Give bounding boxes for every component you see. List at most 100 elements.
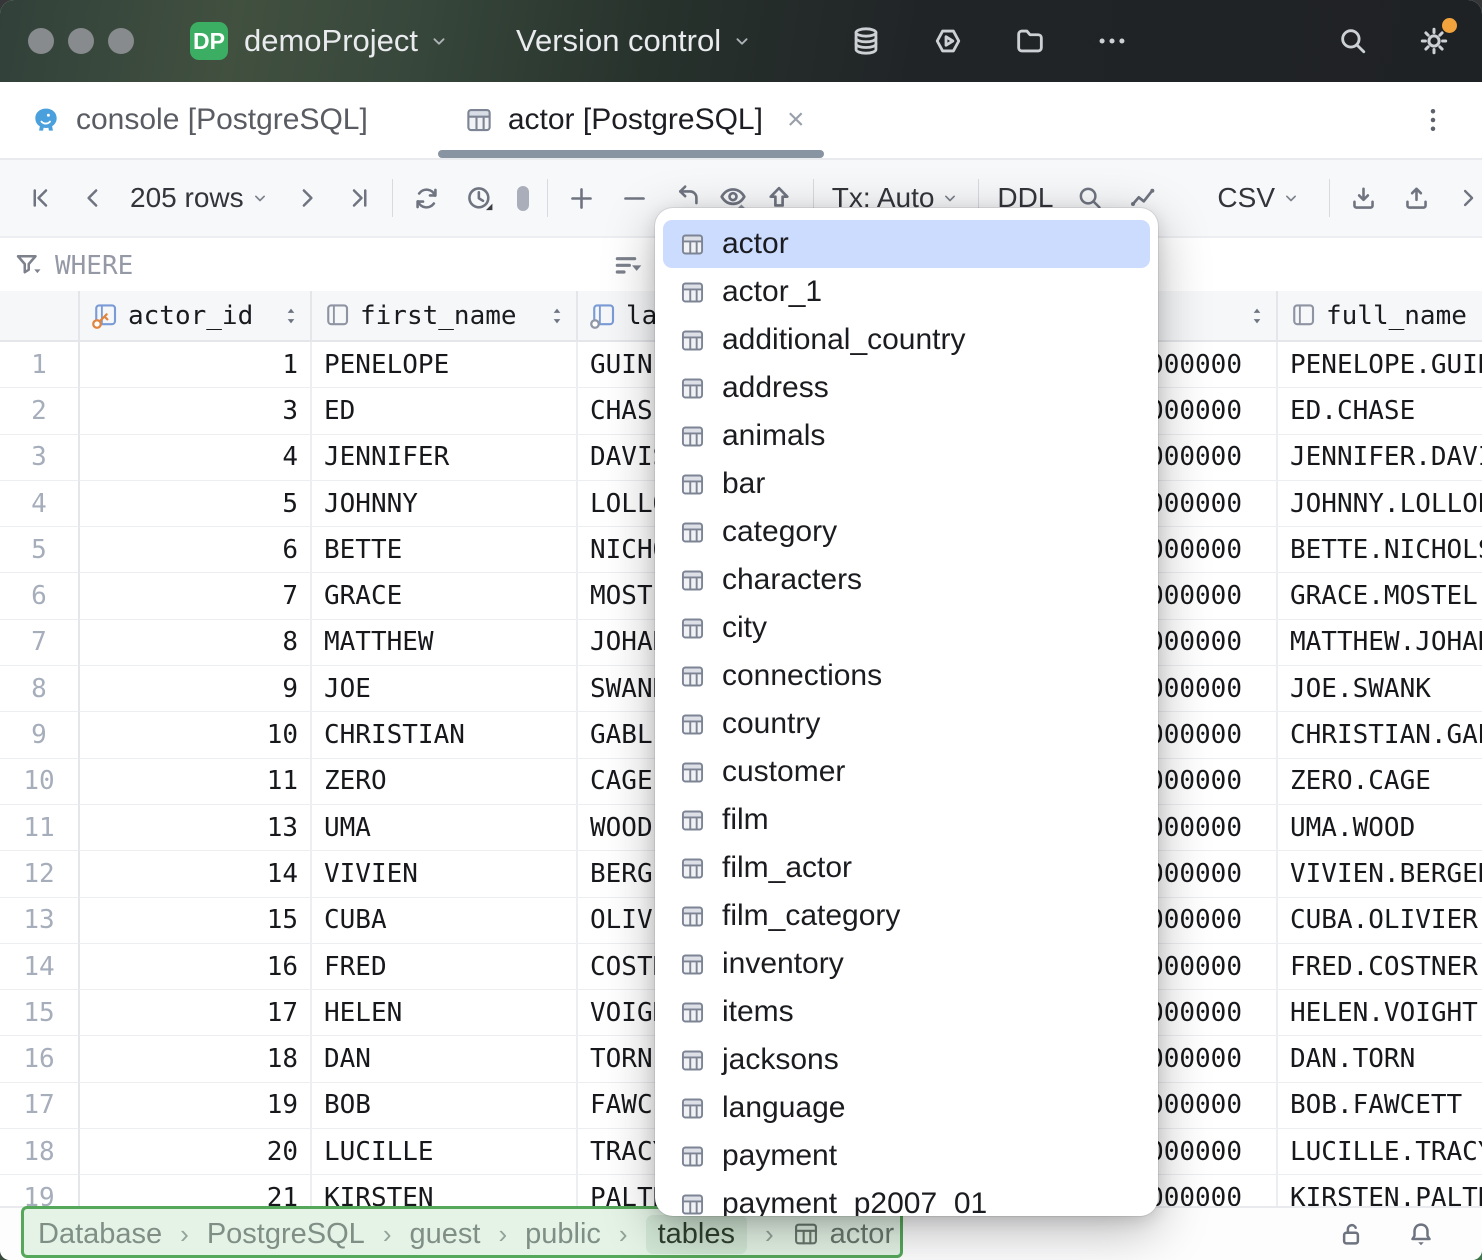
header-actor-id[interactable]: actor_id: [80, 291, 312, 340]
cell-actor-id[interactable]: 14: [80, 851, 312, 897]
cell-first-name[interactable]: HELEN: [312, 990, 578, 1036]
breadcrumb-guest[interactable]: guest: [409, 1218, 480, 1251]
cell-full-name[interactable]: PENELOPE.GUINESS: [1278, 342, 1482, 388]
popup-table-item[interactable]: actor: [663, 220, 1150, 268]
cell-full-name[interactable]: ZERO.CAGE: [1278, 759, 1482, 805]
sort-icon[interactable]: [546, 305, 568, 327]
first-page-icon[interactable]: [26, 183, 56, 213]
more-icon[interactable]: [1095, 24, 1129, 58]
export-format-selector[interactable]: CSV: [1217, 182, 1275, 214]
row-number[interactable]: 1: [0, 342, 80, 388]
stop-icon[interactable]: [517, 186, 529, 211]
row-number[interactable]: 11: [0, 805, 80, 851]
cell-full-name[interactable]: VIVIEN.BERGEN: [1278, 851, 1482, 897]
settings-gear-icon[interactable]: [1416, 23, 1452, 59]
cell-full-name[interactable]: KIRSTEN.PALTROW: [1278, 1175, 1482, 1206]
where-filter-input[interactable]: WHERE: [55, 251, 133, 281]
popup-table-item[interactable]: connections: [663, 652, 1150, 700]
row-number[interactable]: 5: [0, 527, 80, 573]
breadcrumb-tables[interactable]: tables: [646, 1215, 747, 1254]
row-number[interactable]: 6: [0, 573, 80, 619]
close-window-button[interactable]: [28, 28, 54, 54]
cell-first-name[interactable]: CHRISTIAN: [312, 712, 578, 758]
cell-actor-id[interactable]: 11: [80, 759, 312, 805]
cell-first-name[interactable]: JOE: [312, 666, 578, 712]
run-services-icon[interactable]: [931, 24, 965, 58]
kebab-menu-icon[interactable]: [1418, 105, 1448, 135]
download-icon[interactable]: [1348, 183, 1379, 214]
popup-table-item[interactable]: address: [663, 364, 1150, 412]
cell-first-name[interactable]: LUCILLE: [312, 1129, 578, 1175]
row-number[interactable]: 12: [0, 851, 80, 897]
schedule-refresh-icon[interactable]: [464, 183, 495, 214]
cell-first-name[interactable]: KIRSTEN: [312, 1175, 578, 1206]
row-number[interactable]: 2: [0, 388, 80, 434]
cell-first-name[interactable]: JOHNNY: [312, 481, 578, 527]
cell-actor-id[interactable]: 7: [80, 573, 312, 619]
popup-table-item[interactable]: animals: [663, 412, 1150, 460]
cell-first-name[interactable]: BOB: [312, 1083, 578, 1129]
header-first-name[interactable]: first_name: [312, 291, 578, 340]
add-row-icon[interactable]: [566, 183, 597, 214]
previous-page-icon[interactable]: [78, 183, 108, 213]
row-number[interactable]: 14: [0, 944, 80, 990]
cell-actor-id[interactable]: 16: [80, 944, 312, 990]
folder-icon[interactable]: [1013, 24, 1047, 58]
refresh-icon[interactable]: [411, 183, 442, 214]
tab-console-postgresql[interactable]: console [PostgreSQL]: [30, 82, 368, 158]
popup-table-item[interactable]: country: [663, 700, 1150, 748]
cell-first-name[interactable]: JENNIFER: [312, 435, 578, 481]
breadcrumb-postgresql[interactable]: PostgreSQL: [207, 1218, 365, 1251]
cell-actor-id[interactable]: 9: [80, 666, 312, 712]
popup-table-item[interactable]: items: [663, 988, 1150, 1036]
popup-table-item[interactable]: inventory: [663, 940, 1150, 988]
popup-table-item[interactable]: film_category: [663, 892, 1150, 940]
cell-full-name[interactable]: JENNIFER.DAVIS: [1278, 435, 1482, 481]
popup-table-item[interactable]: characters: [663, 556, 1150, 604]
chevron-down-icon[interactable]: [1281, 188, 1301, 208]
popup-table-item[interactable]: jacksons: [663, 1036, 1150, 1084]
cell-full-name[interactable]: CUBA.OLIVIER: [1278, 898, 1482, 944]
cell-full-name[interactable]: LUCILLE.TRACY: [1278, 1129, 1482, 1175]
bell-icon[interactable]: [1406, 1219, 1436, 1249]
popup-table-item[interactable]: payment_p2007_01: [663, 1180, 1150, 1216]
popup-table-item[interactable]: film_actor: [663, 844, 1150, 892]
header-gutter[interactable]: [0, 291, 80, 340]
cell-actor-id[interactable]: 10: [80, 712, 312, 758]
cell-first-name[interactable]: CUBA: [312, 898, 578, 944]
chevron-down-icon[interactable]: [250, 188, 270, 208]
sort-icon[interactable]: [1246, 305, 1268, 327]
popup-table-item[interactable]: customer: [663, 748, 1150, 796]
row-number[interactable]: 19: [0, 1175, 80, 1206]
popup-table-item[interactable]: additional_country: [663, 316, 1150, 364]
upload-icon[interactable]: [1401, 183, 1432, 214]
tab-actor-postgresql[interactable]: actor [PostgreSQL] ×: [464, 82, 805, 158]
popup-table-item[interactable]: film: [663, 796, 1150, 844]
cell-full-name[interactable]: HELEN.VOIGHT: [1278, 990, 1482, 1036]
filter-funnel-icon[interactable]: [13, 250, 43, 280]
row-number[interactable]: 10: [0, 759, 80, 805]
view-options-icon[interactable]: [612, 250, 644, 282]
row-number[interactable]: 16: [0, 1036, 80, 1082]
row-number[interactable]: 3: [0, 435, 80, 481]
search-icon[interactable]: [1336, 24, 1370, 58]
cell-first-name[interactable]: UMA: [312, 805, 578, 851]
cell-first-name[interactable]: VIVIEN: [312, 851, 578, 897]
popup-table-item[interactable]: bar: [663, 460, 1150, 508]
row-number[interactable]: 9: [0, 712, 80, 758]
row-count-selector[interactable]: 205 rows: [130, 182, 244, 214]
cell-actor-id[interactable]: 19: [80, 1083, 312, 1129]
cell-actor-id[interactable]: 21: [80, 1175, 312, 1206]
cell-first-name[interactable]: ED: [312, 388, 578, 434]
row-number[interactable]: 18: [0, 1129, 80, 1175]
remove-row-icon[interactable]: [619, 183, 650, 214]
cell-full-name[interactable]: JOE.SWANK: [1278, 666, 1482, 712]
cell-full-name[interactable]: MATTHEW.JOHANSSON: [1278, 620, 1482, 666]
cell-actor-id[interactable]: 8: [80, 620, 312, 666]
cell-full-name[interactable]: DAN.TORN: [1278, 1036, 1482, 1082]
cell-actor-id[interactable]: 1: [80, 342, 312, 388]
header-full-name[interactable]: full_name: [1278, 291, 1482, 340]
cell-actor-id[interactable]: 20: [80, 1129, 312, 1175]
chevron-down-icon[interactable]: [940, 188, 960, 208]
row-number[interactable]: 4: [0, 481, 80, 527]
